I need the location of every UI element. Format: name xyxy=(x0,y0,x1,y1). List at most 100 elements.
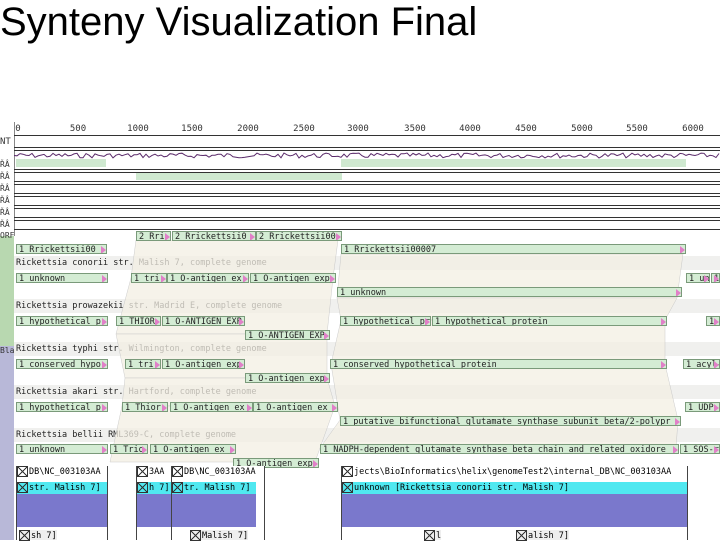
feature-label: 1 O-ANTIGEN EXP xyxy=(248,331,325,340)
panel-organism: tr. Malish 7] xyxy=(184,483,251,493)
gene-feature[interactable]: 1 O-antigen ex xyxy=(253,402,338,412)
ruler-tick: 5000 xyxy=(571,124,593,134)
gene-feature[interactable]: 1 O-antigen exp xyxy=(245,373,330,383)
gene-feature[interactable]: 1 O-ANTIGEN EXP xyxy=(245,330,330,340)
feature-label: 1 tri xyxy=(134,274,160,283)
track-divider xyxy=(14,205,720,209)
gene-feature[interactable]: 1 UDP-N xyxy=(685,402,720,412)
gene-feature[interactable]: 1 hypothetical p xyxy=(16,402,108,412)
coverage-plot xyxy=(342,494,687,527)
gene-feature[interactable]: 1 unknown xyxy=(337,287,682,297)
gene-feature[interactable]: 1 O-antigen ex xyxy=(150,444,236,454)
gene-feature[interactable]: 1 hypothetical pr xyxy=(340,316,431,326)
gene-feature[interactable]: 1 O-antigen exp xyxy=(250,273,336,283)
orf-feature[interactable]: 2 Rrickettsii0 xyxy=(172,231,256,241)
coverage-plot xyxy=(137,494,171,527)
gene-feature[interactable]: 1 conserved hypothetical protein xyxy=(330,359,667,369)
gene-feature[interactable]: 1 Thior xyxy=(122,402,168,412)
feature-label: 1 O-antigen exp xyxy=(165,360,242,369)
feature-label: 1 unknown xyxy=(19,274,66,283)
track-divider xyxy=(14,193,720,197)
coverage-plot xyxy=(172,494,256,527)
feature-label: 1 un xyxy=(689,274,710,283)
track-divider xyxy=(14,169,720,173)
alignment-panel[interactable]: DB\NC_003103AA tr. Malish 7] Malish 7] xyxy=(171,466,265,541)
gene-feature[interactable]: 1 unknown xyxy=(16,444,108,454)
panel-organism: str. Malish 7] xyxy=(29,483,101,493)
gene-feature[interactable]: 1 SOS-r xyxy=(680,444,720,454)
track-divider xyxy=(14,181,720,185)
ruler-tick: 3500 xyxy=(404,124,426,134)
gene-feature[interactable]: 1 acyl- xyxy=(683,359,720,369)
close-icon[interactable] xyxy=(342,466,353,477)
panel-path: 3AA xyxy=(149,467,165,477)
synteny-links xyxy=(109,240,684,463)
ruler-tick: 500 xyxy=(69,124,87,134)
close-icon[interactable] xyxy=(516,530,527,541)
alignment-panel[interactable]: 3AA h 7] xyxy=(136,466,172,540)
orf-label: ORF xyxy=(0,231,15,240)
ruler-tick: 4500 xyxy=(515,124,537,134)
panel-bottom-label: l xyxy=(424,530,442,541)
panel-cyan-label: h 7] xyxy=(137,482,171,494)
panel-bottom-label: sh 7] xyxy=(19,530,57,541)
gene-feature[interactable]: 1 un xyxy=(686,273,710,283)
close-icon[interactable] xyxy=(342,482,353,493)
feature-label: 1 xyxy=(714,274,720,283)
gene-feature[interactable]: 1 unknown xyxy=(16,273,108,283)
feature-label: 1 acyl- xyxy=(686,360,720,369)
close-icon[interactable] xyxy=(424,530,435,541)
gene-feature[interactable]: 1 xyxy=(711,273,720,283)
gene-feature[interactable]: 1 hypothetical protein xyxy=(432,316,667,326)
feature-label: 1 O-antigen exp xyxy=(248,374,325,383)
gene-feature[interactable]: 1 Trio xyxy=(110,444,148,454)
close-icon[interactable] xyxy=(137,466,148,477)
alignment-panel[interactable]: DB\NC_003103AA str. Malish 7] sh 7] xyxy=(16,466,108,541)
gene-feature[interactable]: 1 a xyxy=(706,316,720,326)
orf-feature[interactable]: 1 Rrickettsii00 xyxy=(16,244,107,254)
panel-organism: h 7] xyxy=(149,483,170,493)
close-icon[interactable] xyxy=(172,466,183,477)
feature-label: 1 hypothetical p xyxy=(19,317,101,326)
panel-header: DB\NC_003103AA xyxy=(17,466,107,478)
gene-feature[interactable]: 1 NADPH-dependent glutamate synthase bet… xyxy=(320,444,679,454)
close-icon[interactable] xyxy=(190,530,201,541)
close-icon[interactable] xyxy=(17,466,28,477)
gene-feature[interactable]: 1 putative bifunctional glutamate syntha… xyxy=(340,416,681,426)
aa-frame-label: ŘÂ xyxy=(0,208,10,217)
track-divider xyxy=(14,217,720,221)
gene-feature[interactable]: 1 O-ANTIGEN EXP xyxy=(162,316,245,326)
coverage-plot xyxy=(17,494,107,527)
aa-frame-band xyxy=(136,172,342,180)
close-icon[interactable] xyxy=(172,482,183,493)
gene-feature[interactable]: 1 O-antigen exp xyxy=(162,359,245,369)
gene-feature[interactable]: 1 tri xyxy=(125,359,161,369)
orf-feature[interactable]: 2 Rri xyxy=(136,231,171,241)
feature-label: 1 Rrickettsii00 xyxy=(19,245,96,254)
orf-feature[interactable]: 1 Rrickettsii00007 xyxy=(341,244,686,254)
feature-label: 1 O-antigen ex xyxy=(153,445,225,454)
ruler-tick: 4000 xyxy=(459,124,481,134)
close-icon[interactable] xyxy=(137,482,148,493)
gene-feature[interactable]: 1 tri xyxy=(131,273,167,283)
alignment-panel[interactable]: jects\BioInformatics\helix\genomeTest2\i… xyxy=(341,466,688,541)
gene-feature[interactable]: 1 THIOR xyxy=(116,316,161,326)
feature-label: 1 unknown xyxy=(19,445,66,454)
aa-frame-band xyxy=(16,159,106,167)
feature-label: 1 hypothetical protein xyxy=(435,317,548,326)
gene-feature[interactable]: 1 O-antigen ex xyxy=(167,273,249,283)
feature-label: 1 hypothetical p xyxy=(19,403,101,412)
orf-feature[interactable]: 2 Rrickettsii00 xyxy=(256,231,342,241)
aa-frame-label: ŘÂ xyxy=(0,220,10,229)
gene-feature[interactable]: 1 O-antigen ex xyxy=(170,402,253,412)
aa-frame-label: ŘÂ xyxy=(0,172,10,181)
gene-feature[interactable]: 1 hypothetical p xyxy=(16,316,108,326)
panel-path: DB\NC_003103AA xyxy=(29,467,101,477)
panel-organism: unknown [Rickettsia conorii str. Malish … xyxy=(354,483,569,493)
gene-feature[interactable]: 1 conserved hypo xyxy=(16,359,108,369)
feature-label: 1 hypothetical pr xyxy=(343,317,430,326)
close-icon[interactable] xyxy=(19,530,30,541)
feature-label: 1 O-antigen ex xyxy=(170,274,242,283)
aa-frame-label: ŘÂ xyxy=(0,160,10,169)
close-icon[interactable] xyxy=(17,482,28,493)
